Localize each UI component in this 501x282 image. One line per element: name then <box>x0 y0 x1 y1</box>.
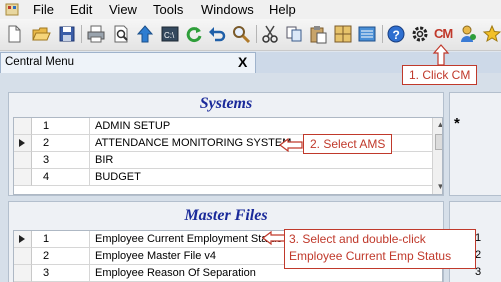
row-number: 2 <box>32 248 90 265</box>
master-files-header: Master Files <box>184 207 268 224</box>
row-number: 4 <box>32 169 90 186</box>
cm-icon[interactable]: CM <box>434 24 454 44</box>
user-icon[interactable] <box>458 24 478 44</box>
menu-help[interactable]: Help <box>269 2 296 17</box>
callout-step-3: 3. Select and double-click Employee Curr… <box>284 229 476 269</box>
toolbar-separator <box>382 25 383 43</box>
current-row-arrow-icon <box>19 139 25 147</box>
tab-central-menu-label: Central Menu <box>5 56 75 68</box>
row-selector[interactable] <box>14 152 32 169</box>
table-row[interactable]: 3 BIR <box>14 152 442 169</box>
save-icon[interactable] <box>57 24 77 44</box>
row-number: 2 <box>32 135 90 152</box>
menu-tools[interactable]: Tools <box>153 2 183 17</box>
callout-step-3-line2: Employee Current Emp Status <box>289 249 452 263</box>
table-row[interactable]: 4 BUDGET <box>14 169 442 186</box>
row-number: 3 <box>32 152 90 169</box>
console-icon[interactable]: C:\ <box>160 24 180 44</box>
table-row[interactable]: 1 ADMIN SETUP <box>14 118 442 135</box>
toolbar: C:\ ? CM <box>0 19 501 51</box>
row-name[interactable]: BIR <box>90 152 432 169</box>
upload-icon[interactable] <box>135 24 155 44</box>
toolbar-separator <box>256 25 257 43</box>
callout-step-3-line1: 3. Select and double-click <box>289 232 426 246</box>
undo-icon[interactable] <box>207 24 227 44</box>
scroll-thumb[interactable] <box>435 134 442 150</box>
star-icon[interactable] <box>482 24 501 44</box>
app-icon <box>5 3 19 16</box>
menu-bar: File Edit View Tools Windows Help <box>0 0 501 19</box>
settings-icon[interactable] <box>410 24 430 44</box>
new-row-marker: * <box>454 115 460 132</box>
systems-grid: 1 ADMIN SETUP 2 ATTENDANCE MONITORING SY… <box>13 117 443 195</box>
row-number: 3 <box>32 265 90 282</box>
side-panel-top: * <box>449 92 501 196</box>
row-selector[interactable] <box>14 118 32 135</box>
current-row-arrow-icon <box>19 235 25 243</box>
row-selector[interactable] <box>14 265 32 282</box>
callout-arrow-left-icon <box>279 138 303 152</box>
close-icon[interactable]: X <box>238 54 247 70</box>
search-icon[interactable] <box>231 24 251 44</box>
row-number: 1 <box>32 231 90 248</box>
scroll-up-icon[interactable]: ▲ <box>433 118 442 132</box>
svg-text:?: ? <box>393 28 400 42</box>
open-folder-icon[interactable] <box>31 24 51 44</box>
svg-text:C:\: C:\ <box>164 31 175 40</box>
systems-scrollbar[interactable]: ▲ ▼ <box>432 118 442 194</box>
menu-view[interactable]: View <box>109 2 137 17</box>
callout-step-2: 2. Select AMS <box>303 134 393 154</box>
menu-windows[interactable]: Windows <box>201 2 254 17</box>
row-selector[interactable] <box>14 231 32 248</box>
row-selector[interactable] <box>14 248 32 265</box>
menu-file[interactable]: File <box>33 2 54 17</box>
copy-icon[interactable] <box>284 24 304 44</box>
grid-icon[interactable] <box>333 24 353 44</box>
row-number: 1 <box>32 118 90 135</box>
print-icon[interactable] <box>86 24 106 44</box>
print-preview-icon[interactable] <box>111 24 131 44</box>
callout-arrow-up-icon <box>432 44 450 66</box>
help-icon[interactable]: ? <box>386 24 406 44</box>
new-document-icon[interactable] <box>4 24 24 44</box>
tab-central-menu[interactable]: Central Menu X <box>0 52 256 73</box>
row-name[interactable]: BUDGET <box>90 169 432 186</box>
toolbar-separator <box>81 25 82 43</box>
callout-arrow-left-icon <box>262 231 286 245</box>
row-name[interactable]: ADMIN SETUP <box>90 118 432 135</box>
callout-step-1: 1. Click CM <box>402 65 478 85</box>
row-selector[interactable] <box>14 135 32 152</box>
cut-icon[interactable] <box>260 24 280 44</box>
menu-edit[interactable]: Edit <box>70 2 92 17</box>
systems-header: Systems <box>199 95 253 112</box>
list-icon[interactable] <box>357 24 377 44</box>
scroll-down-icon[interactable]: ▼ <box>433 180 442 194</box>
application-window: File Edit View Tools Windows Help C:\ ? … <box>0 0 501 282</box>
refresh-icon[interactable] <box>184 24 204 44</box>
row-selector[interactable] <box>14 169 32 186</box>
paste-icon[interactable] <box>308 24 328 44</box>
